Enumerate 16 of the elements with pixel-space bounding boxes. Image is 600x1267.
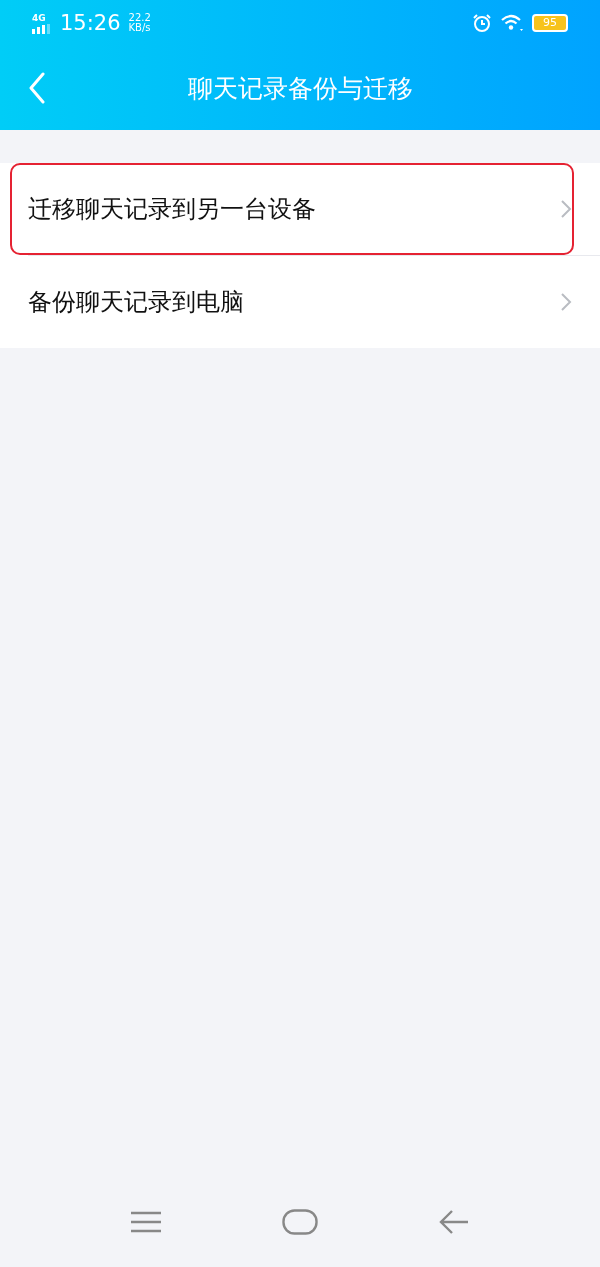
menu-icon[interactable]	[130, 1211, 161, 1233]
speed-value: 22.2	[128, 13, 151, 23]
home-icon[interactable]	[282, 1209, 318, 1235]
page-title: 聊天记录备份与迁移	[187, 72, 413, 105]
battery-indicator: 95	[532, 14, 568, 32]
alarm-clock-icon	[472, 13, 492, 33]
signal-icon	[32, 23, 52, 34]
wifi-icon	[500, 14, 524, 32]
menu-item[interactable]: 备份聊天记录到电脑	[10, 256, 574, 348]
menu-item[interactable]: 迁移聊天记录到另一台设备	[10, 163, 574, 255]
network-type: 4G	[32, 12, 47, 23]
back-arrow-icon[interactable]	[439, 1209, 470, 1235]
clock-time: 15:26	[60, 11, 121, 35]
chevron-icon	[560, 199, 572, 219]
chevron-icon	[560, 292, 572, 312]
speed-unit: KB/s	[128, 23, 151, 33]
